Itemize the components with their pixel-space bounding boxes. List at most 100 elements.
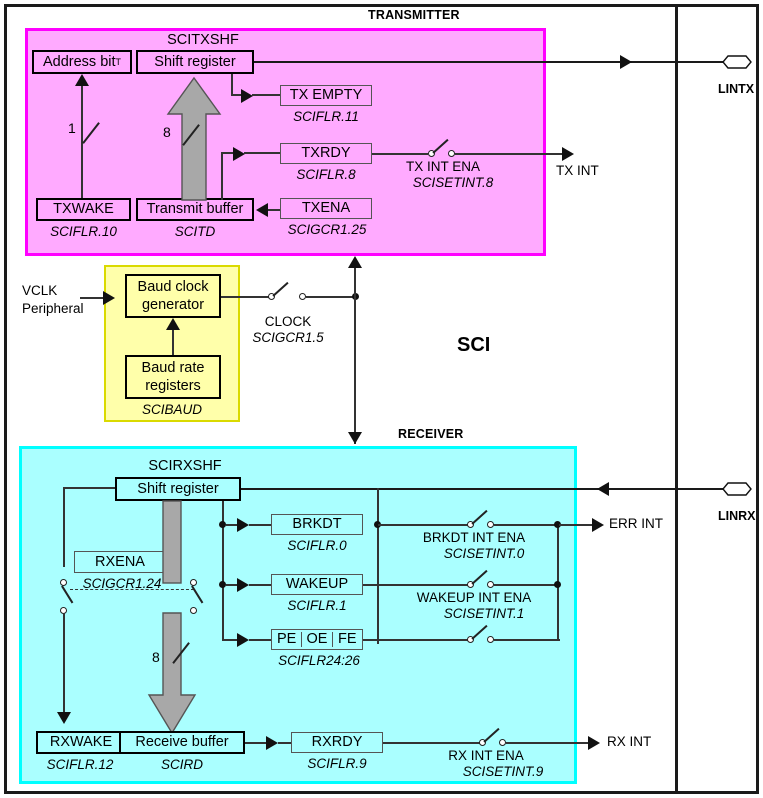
receive-buffer-box: Receive buffer — [119, 731, 245, 754]
errflags-int-switch-throw[interactable] — [487, 636, 494, 643]
err-collector-dot-wakeup — [554, 581, 561, 588]
baud-rate-registers-box: Baud rate registers — [125, 355, 221, 399]
wire-switch-to-txint — [455, 153, 565, 155]
brkdt-box: BRKDT — [271, 514, 363, 535]
arrow-tx-int — [562, 147, 574, 161]
arrow-brkdt — [237, 518, 249, 532]
wire-errint-out — [559, 524, 595, 526]
sci-title: SCI — [457, 334, 491, 356]
wire-linrx-to-shiftregister — [241, 488, 611, 490]
brkdt-tap-dot — [219, 521, 226, 528]
transmit-buffer-box: Transmit buffer — [136, 198, 254, 221]
wire-txrdy-to-switch — [372, 153, 428, 155]
wakeup-int-ena-reg: SCISETINT.1 — [443, 606, 525, 621]
wire-baudrate-to-generator — [172, 330, 174, 355]
txwake-label: TXWAKE — [53, 201, 114, 218]
tx-shift-register-box: Shift register — [136, 50, 254, 74]
wire-arrow-to-wakeup-box — [249, 584, 271, 586]
baud-rate-registers-line1: Baud rate — [141, 359, 205, 376]
brkdt-label: BRKDT — [292, 516, 342, 533]
wire-brkdt-to-switch — [378, 524, 468, 526]
tx-int-output-label: TX INT — [556, 163, 599, 178]
address-bit-label: Address bit — [42, 53, 116, 70]
brkdt-int-ena-reg: SCISETINT.0 — [443, 546, 525, 561]
rxwake-box: RXWAKE — [36, 731, 126, 754]
wire-txshift-branch-v — [231, 74, 233, 96]
tx-empty-label: TX EMPTY — [289, 87, 363, 104]
receiver-heading: RECEIVER — [398, 427, 464, 441]
arrow-lintx — [620, 55, 632, 69]
brkdt-int-switch-throw[interactable] — [487, 521, 494, 528]
txrdy-reg: SCIFLR.8 — [296, 167, 356, 182]
tx-bus-width-8-label: 8 — [163, 124, 171, 140]
wire-tap-to-errflags — [222, 639, 238, 641]
wakeup-label: WAKEUP — [285, 576, 349, 593]
tx-data-bus-arrow — [166, 76, 222, 201]
wire-arrow-to-rxrdy-box — [278, 742, 291, 744]
receive-buffer-label: Receive buffer — [135, 734, 229, 751]
address-bit-box: Address bit T — [32, 50, 132, 74]
oe-flag-label: OE — [302, 632, 333, 647]
arrow-txrdy — [233, 147, 245, 161]
wire-errflags-to-switch — [363, 639, 468, 641]
txena-reg: SCIGCR1.25 — [287, 222, 367, 237]
rx-int-output-label: RX INT — [607, 734, 652, 749]
err-int-output-label: ERR INT — [609, 516, 663, 531]
baud-rate-registers-line2: registers — [145, 378, 201, 394]
rx-shift-register-box: Shift register — [115, 477, 241, 501]
bus-width-1-label: 1 — [68, 120, 76, 136]
wakeup-box: WAKEUP — [271, 574, 363, 595]
clock-switch-throw[interactable] — [299, 293, 306, 300]
error-flags-box: PE OE FE — [271, 629, 363, 650]
arrow-err-int — [592, 518, 604, 532]
rx-shift-register-label: Shift register — [137, 480, 219, 497]
sci-block-diagram: TRANSMITTER SCITXSHF Address bit T Shift … — [0, 0, 763, 798]
arrow-rxrdy — [266, 736, 278, 750]
rxena-box: RXENA — [74, 551, 166, 573]
rxwake-reg: SCIFLR.12 — [46, 757, 114, 772]
wire-rx-flag-rail — [377, 488, 379, 644]
transmit-buffer-reg: SCITD — [174, 224, 216, 239]
wire-rxrdy-to-switch — [383, 742, 480, 744]
txrdy-box: TXRDY — [280, 143, 372, 164]
rxwake-label: RXWAKE — [49, 734, 113, 751]
txena-box: TXENA — [280, 198, 372, 219]
arrow-wakeup — [237, 578, 249, 592]
rx-bus-width-8-label: 8 — [152, 649, 160, 665]
arrow-clock-to-receiver — [348, 432, 362, 444]
wire-clock-distribution — [354, 268, 356, 444]
linrx-pin-label: LINRX — [718, 509, 756, 523]
wire-brkdtswitch-to-errcollector — [494, 524, 560, 526]
rx-int-ena-reg: SCISETINT.9 — [462, 764, 544, 779]
clock-switch-label: CLOCK — [264, 314, 312, 329]
pe-flag-label: PE — [272, 632, 303, 647]
wire-arrow-to-errflags-box — [249, 639, 271, 641]
pin-boundary-divider — [675, 7, 678, 791]
txwake-reg: SCIFLR.10 — [50, 224, 117, 239]
txwake-box: TXWAKE — [36, 198, 131, 221]
wire-errflagsswitch-to-errcollector — [494, 639, 560, 641]
receive-buffer-reg: SCIRD — [160, 757, 203, 772]
arrow-clock-to-transmitter — [348, 256, 362, 268]
rxrdy-reg: SCIFLR.9 — [307, 756, 367, 771]
linrx-pin-symbol — [722, 482, 752, 496]
vclk-source-label: VCLK Peripheral — [22, 282, 84, 318]
baud-clock-generator-box: Baud clock generator — [125, 274, 221, 318]
arrow-baud-clock-in — [103, 291, 115, 305]
wakeup-int-switch-throw[interactable] — [487, 581, 494, 588]
brkdt-reg: SCIFLR.0 — [287, 538, 347, 553]
wakeup-reg: SCIFLR.1 — [287, 598, 347, 613]
wire-txbuf-branch-v — [221, 152, 223, 200]
wire-to-tx-empty — [252, 94, 280, 96]
scitxshf-label: SCITXSHF — [167, 32, 239, 48]
wire-rxswitch-to-rxint — [506, 742, 591, 744]
wire-txshift-to-lintx — [254, 61, 634, 63]
wakeup-tap-dot — [219, 581, 226, 588]
transmitter-heading: TRANSMITTER — [368, 8, 460, 22]
rx-bus-upper-segment — [162, 500, 182, 584]
clock-switch-reg: SCIGCR1.5 — [252, 330, 324, 345]
tx-empty-reg: SCIFLR.11 — [293, 109, 359, 124]
wire-to-txrdy — [244, 152, 280, 154]
tx-int-switch-throw[interactable] — [448, 150, 455, 157]
rx-int-switch-throw[interactable] — [499, 739, 506, 746]
